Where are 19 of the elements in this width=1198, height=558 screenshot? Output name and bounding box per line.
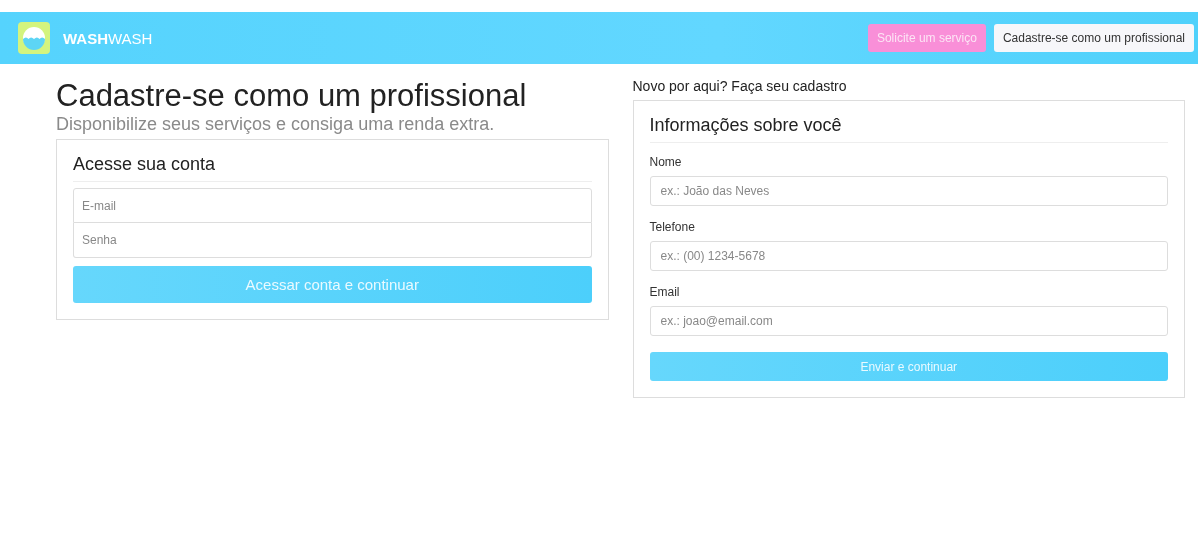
input-field[interactable]: ex.: joao@email.com bbox=[649, 306, 1168, 336]
input-field[interactable]: ex.: João das Neves bbox=[649, 176, 1168, 206]
field-label: Telefone bbox=[649, 220, 696, 234]
page-subtitle: Disponibilize seus serviços e consiga uma renda extra. bbox=[56, 114, 496, 135]
brand-name[interactable]: WASHWASH bbox=[63, 29, 153, 47]
signup-intro: Novo por aqui? Faça seu cadastro bbox=[632, 78, 848, 94]
nav-button[interactable]: Solicite um serviço bbox=[867, 24, 986, 52]
input-field[interactable]: ex.: (00) 1234-5678 bbox=[649, 241, 1168, 271]
logo-icon[interactable] bbox=[18, 22, 50, 54]
submit-button[interactable]: Acessar conta e continuar bbox=[73, 266, 592, 303]
input-field[interactable]: E-mail bbox=[73, 188, 592, 223]
input-field[interactable]: Senha bbox=[73, 223, 592, 258]
card-title: Informações sobre você bbox=[649, 115, 1168, 143]
submit-button[interactable]: Enviar e continuar bbox=[649, 352, 1168, 381]
card-title: Acesse sua conta bbox=[73, 154, 592, 182]
nav-button[interactable]: Cadastre-se como um profissional bbox=[993, 24, 1194, 52]
field-label: Email bbox=[649, 285, 681, 299]
page-title: Cadastre-se como um profissional bbox=[56, 78, 528, 114]
field-label: Nome bbox=[649, 155, 683, 169]
